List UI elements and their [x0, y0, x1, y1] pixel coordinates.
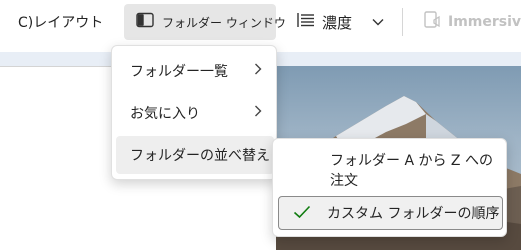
menu-item-folder-sort[interactable]: フォルダーの並べ替え — [116, 136, 274, 174]
concentration-label: 濃度 — [322, 13, 353, 32]
folder-window-menu: フォルダー一覧 お気に入り フォルダーの並べ替え — [111, 45, 277, 180]
concentration-button[interactable]: 濃度 — [290, 4, 390, 40]
menu-item-folder-list[interactable]: フォルダー一覧 — [116, 52, 274, 90]
layout-button[interactable]: C)レイアウト — [10, 4, 111, 40]
text-density-icon — [296, 11, 316, 33]
checkmark-icon — [293, 205, 311, 223]
chevron-right-icon — [254, 63, 262, 79]
submenu-item-label: フォルダー A から Z への注文 — [330, 153, 493, 189]
menu-item-label: お気に入り — [130, 106, 200, 122]
menu-item-favorites[interactable]: お気に入り — [116, 94, 274, 132]
submenu-item-label: カスタム フォルダーの順序 — [327, 206, 500, 222]
submenu-item-a-to-z[interactable]: フォルダー A から Z への注文 — [278, 153, 503, 189]
folder-window-button[interactable]: Folder pane フォルダー ウィンドウ — [124, 4, 286, 40]
chevron-right-icon — [254, 105, 262, 121]
chevron-down-icon — [372, 14, 384, 30]
ribbon-divider — [402, 8, 403, 36]
submenu-item-custom-order[interactable]: カスタム フォルダーの順序 — [278, 196, 503, 230]
menu-item-label: フォルダーの並べ替え — [130, 148, 270, 164]
menu-item-label: フォルダー一覧 — [130, 64, 228, 80]
immersive-reader-button[interactable]: Immersive — [416, 4, 521, 40]
immersive-label: Immersive — [448, 14, 521, 30]
immersive-reader-icon — [422, 10, 442, 34]
folder-window-label: フォルダー ウィンドウ — [162, 15, 286, 30]
folder-sort-submenu: フォルダー A から Z への注文 カスタム フォルダーの順序 — [272, 138, 507, 237]
layout-label: C)レイアウト — [18, 15, 104, 31]
folder-pane-icon — [136, 12, 154, 32]
ribbon-toolbar: C)レイアウト Folder pane フォルダー ウィンドウ 濃度 Immer… — [0, 0, 521, 44]
